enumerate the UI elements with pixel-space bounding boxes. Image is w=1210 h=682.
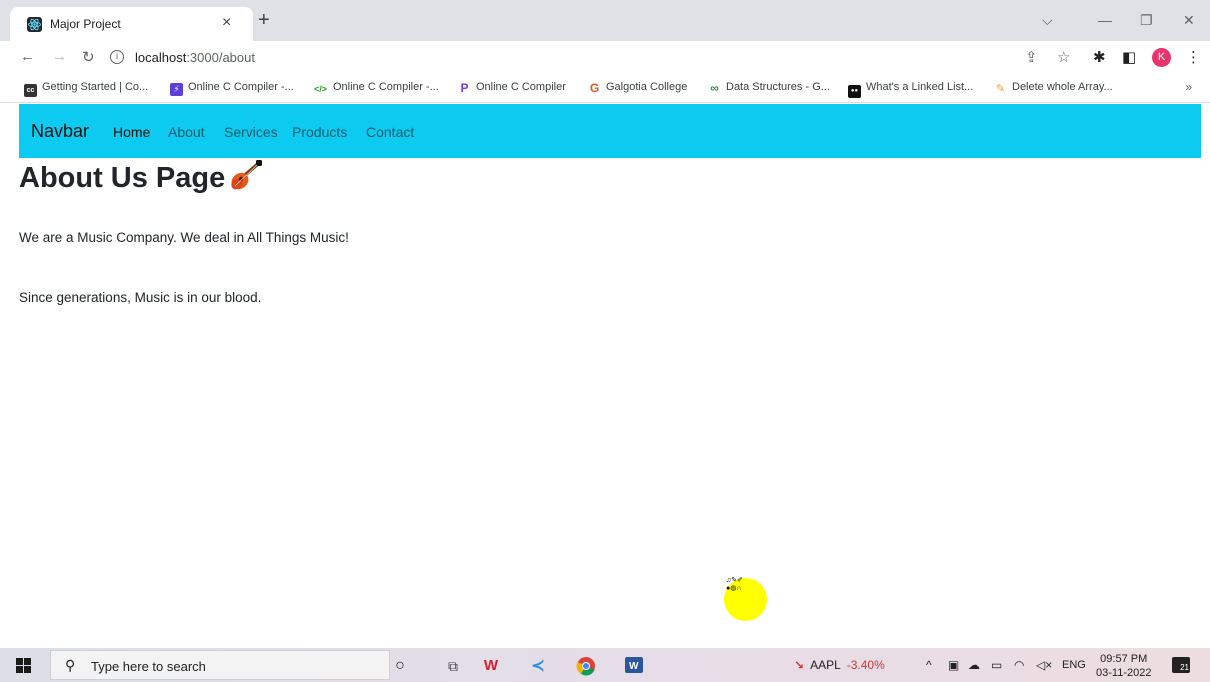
cursor-glyph-row: ●◍∩ xyxy=(726,585,742,592)
forward-icon[interactable]: → xyxy=(52,48,67,65)
cursor-glyphs: ♫✎✐ ●◍∩ xyxy=(726,577,743,593)
navbar-brand[interactable]: Navbar xyxy=(31,121,89,142)
battery-icon[interactable]: ▭ xyxy=(991,658,1002,672)
menu-kebab-icon[interactable]: ⋮ xyxy=(1186,48,1201,66)
url-path: :3000/about xyxy=(186,50,255,65)
notification-center-icon[interactable]: 21 xyxy=(1172,657,1190,673)
site-info-icon[interactable]: i xyxy=(110,50,124,64)
tab-close-icon[interactable]: × xyxy=(222,14,231,32)
pencil-icon: ✎ xyxy=(995,83,1006,95)
about-paragraph: We are a Music Company. We deal in All T… xyxy=(19,230,349,245)
share-icon[interactable]: ⇪ xyxy=(1025,48,1038,66)
page-title-text: About Us Page xyxy=(19,162,226,194)
wifi-icon[interactable]: ◠ xyxy=(1014,658,1024,672)
side-panel-icon[interactable]: ◧ xyxy=(1122,48,1136,66)
bookmark-label: Online C Compiler xyxy=(476,81,566,93)
bookmark-item[interactable]: cc Getting Started | Co... xyxy=(24,81,148,97)
more-bookmarks-icon[interactable]: » xyxy=(1185,80,1192,94)
medium-icon: ●● xyxy=(848,85,861,98)
geeksforgeeks-icon: ∞ xyxy=(710,81,719,95)
about-paragraph: Since generations, Music is in our blood… xyxy=(19,290,262,305)
react-favicon-icon xyxy=(27,17,42,32)
bookmark-label: Getting Started | Co... xyxy=(42,81,149,93)
cortana-icon[interactable]: ○ xyxy=(390,656,410,676)
stock-symbol: AAPL xyxy=(810,658,841,672)
google-g-icon: G xyxy=(589,81,600,95)
browser-toolbar: ← → ↻ i localhost:3000/about ⇪ ☆ ✱ ◧ K ⋮ xyxy=(0,41,1210,73)
bookmark-label: Galgotia College xyxy=(606,81,688,93)
bookmark-item[interactable]: G Galgotia College xyxy=(588,81,688,97)
clock-date: 03-11-2022 xyxy=(1096,667,1152,679)
bookmark-item[interactable]: </> Online C Compiler -... xyxy=(313,81,439,97)
nav-link-home[interactable]: Home xyxy=(113,124,150,140)
notification-count: 21 xyxy=(1180,663,1189,672)
bookmark-label: Data Structures - G... xyxy=(726,81,830,93)
bookmark-item[interactable]: ✎ Delete whole Array... xyxy=(994,81,1113,97)
nav-link-products[interactable]: Products xyxy=(292,124,347,140)
bookmarks-bar: cc Getting Started | Co... ⚡ Online C Comp… xyxy=(0,73,1210,103)
minimize-icon[interactable]: — xyxy=(1098,12,1112,28)
site-navbar: Navbar Home About Services Products Cont… xyxy=(19,104,1201,158)
address-bar[interactable]: i localhost:3000/about xyxy=(105,45,1015,71)
nav-link-services[interactable]: Services xyxy=(224,124,278,140)
language-indicator[interactable]: ENG xyxy=(1062,659,1086,671)
nav-link-contact[interactable]: Contact xyxy=(366,124,414,140)
bookmark-label: Delete whole Array... xyxy=(1012,81,1113,93)
word-icon[interactable]: W xyxy=(624,656,644,676)
wps-office-icon[interactable]: W xyxy=(481,656,501,676)
codechef-icon: cc xyxy=(24,84,37,97)
guitar-icon xyxy=(229,160,263,198)
tab-strip: Major Project × + ⌵ — ❐ ✕ xyxy=(0,0,1210,41)
bookmark-item[interactable]: ⚡ Online C Compiler -... xyxy=(170,81,294,97)
windows-start-icon[interactable] xyxy=(16,658,31,673)
new-tab-button[interactable]: + xyxy=(258,10,270,30)
url-host: localhost xyxy=(135,50,187,65)
url-text[interactable]: localhost:3000/about xyxy=(135,50,255,65)
meet-now-icon[interactable]: ▣ xyxy=(948,658,959,672)
cursor-glyph-row: ♫✎✐ xyxy=(726,577,743,584)
profile-avatar[interactable]: K xyxy=(1152,48,1171,67)
stock-change: -3.40% xyxy=(846,658,885,672)
tab-title: Major Project xyxy=(50,17,121,31)
show-hidden-icons-icon[interactable]: ^ xyxy=(926,658,932,672)
bookmark-item[interactable]: ●● What's a Linked List... xyxy=(848,81,974,98)
bookmark-label: Online C Compiler -... xyxy=(188,81,294,93)
reload-icon[interactable]: ↻ xyxy=(82,48,95,66)
bookmark-star-icon[interactable]: ☆ xyxy=(1057,48,1070,66)
restore-icon[interactable]: ❐ xyxy=(1140,12,1153,29)
svg-text:W: W xyxy=(629,661,639,672)
extensions-icon[interactable]: ✱ xyxy=(1093,48,1106,66)
code-icon: </> xyxy=(313,84,327,94)
volume-muted-icon[interactable]: ◁× xyxy=(1036,658,1052,672)
clock[interactable]: 09:57 PM 03-11-2022 xyxy=(1096,652,1151,680)
stock-widget[interactable]: ↘ AAPL -3.40% xyxy=(794,658,885,672)
nav-link-about[interactable]: About xyxy=(168,124,205,140)
tab-search-dropdown-icon[interactable]: ⌵ xyxy=(1042,12,1053,29)
taskbar-search-input[interactable]: ⚲ Type here to search xyxy=(50,650,390,680)
search-placeholder: Type here to search xyxy=(91,659,206,674)
bookmark-item[interactable]: P Online C Compiler xyxy=(458,81,566,97)
taskbar: ⚲ Type here to search ○ ⧉ W ≺ W ↘ AAPL -3.… xyxy=(0,648,1210,682)
bookmark-label: Online C Compiler -... xyxy=(333,81,439,93)
search-icon: ⚲ xyxy=(65,657,76,673)
stock-trend-icon: ↘ xyxy=(794,658,805,672)
close-window-icon[interactable]: ✕ xyxy=(1183,12,1195,29)
chrome-icon[interactable] xyxy=(576,656,596,676)
task-view-icon[interactable]: ⧉ xyxy=(443,656,463,676)
back-icon[interactable]: ← xyxy=(20,48,35,65)
clock-time: 09:57 PM xyxy=(1100,653,1148,665)
bookmark-item[interactable]: ∞ Data Structures - G... xyxy=(708,81,830,97)
page-title: About Us Page xyxy=(19,160,263,198)
onedrive-icon[interactable]: ☁ xyxy=(968,658,980,672)
programiz-icon: P xyxy=(460,81,469,95)
vscode-icon[interactable]: ≺ xyxy=(528,656,548,676)
bolt-icon: ⚡ xyxy=(170,83,183,96)
bookmark-label: What's a Linked List... xyxy=(866,81,974,93)
browser-tab[interactable]: Major Project × xyxy=(10,7,253,41)
